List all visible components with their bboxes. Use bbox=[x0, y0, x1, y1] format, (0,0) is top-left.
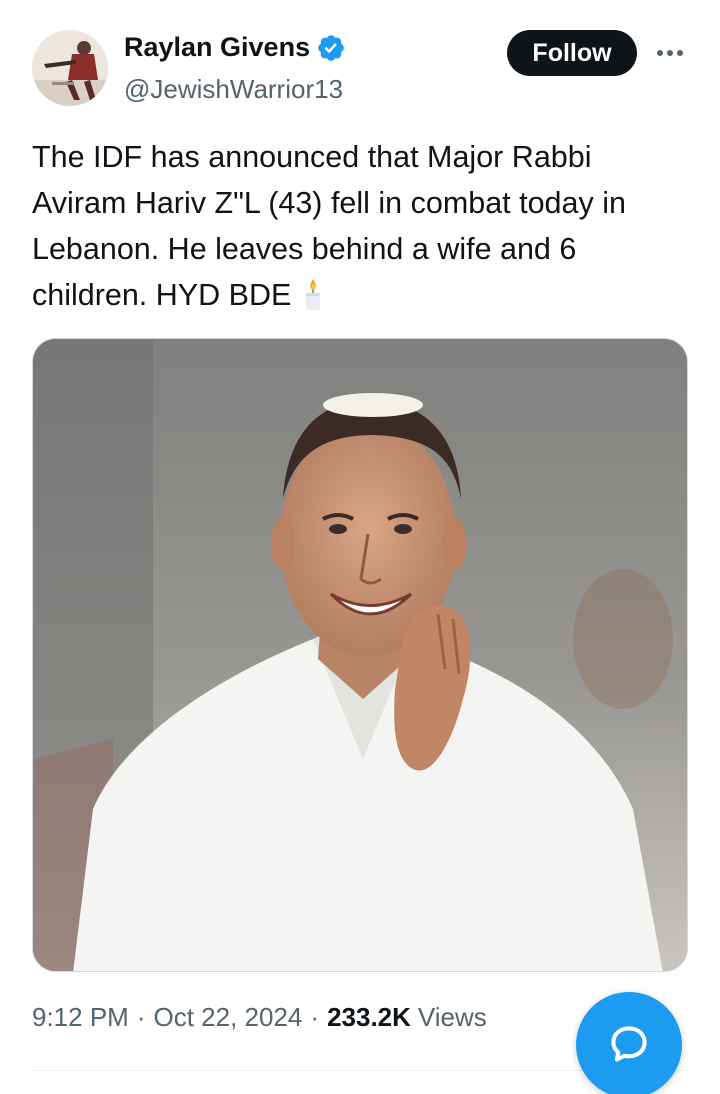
tweet-photo[interactable] bbox=[32, 338, 688, 972]
follow-button[interactable]: Follow bbox=[507, 30, 637, 76]
tweet-time[interactable]: 9:12 PM bbox=[32, 1002, 129, 1033]
meta-separator: · bbox=[136, 1002, 146, 1032]
display-name[interactable]: Raylan Givens bbox=[124, 32, 310, 63]
tweet-meta: 9:12 PM · Oct 22, 2024 · 233.2K Views bbox=[32, 1002, 487, 1033]
name-row: Raylan Givens bbox=[124, 32, 346, 63]
tweet-date[interactable]: Oct 22, 2024 bbox=[154, 1002, 303, 1033]
views-label: Views bbox=[417, 1002, 487, 1032]
verified-badge-icon bbox=[316, 33, 346, 63]
reply-bubble-icon bbox=[607, 1022, 651, 1069]
views-count: 233.2K bbox=[327, 1002, 411, 1032]
more-horizontal-icon[interactable] bbox=[652, 38, 688, 68]
compose-reply-button[interactable] bbox=[576, 992, 682, 1094]
tweet-header: Raylan Givens @JewishWarrior13 Follow bbox=[32, 30, 692, 110]
tweet-body: The IDF has announced that Major Rabbi A… bbox=[32, 134, 692, 318]
tweet-text: The IDF has announced that Major Rabbi A… bbox=[32, 140, 626, 312]
meta-separator: · bbox=[310, 1002, 320, 1032]
handle[interactable]: @JewishWarrior13 bbox=[124, 74, 343, 105]
avatar[interactable] bbox=[32, 30, 108, 106]
candle-icon bbox=[301, 277, 325, 311]
